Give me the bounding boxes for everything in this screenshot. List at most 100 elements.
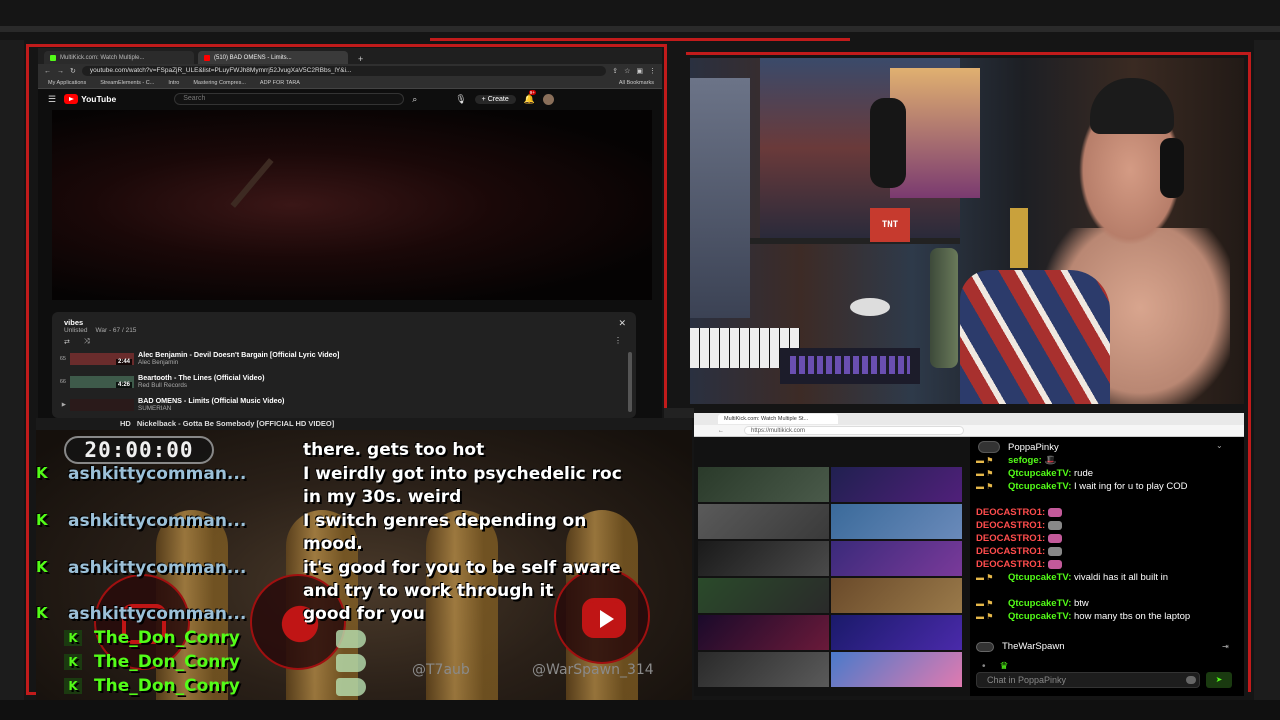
stream-tile[interactable]: [831, 652, 962, 687]
shuffle-icon[interactable]: ⤨: [84, 338, 90, 346]
address-bar[interactable]: youtube.com/watch?v=FSpaZjR_ULE&list=PLu…: [81, 66, 607, 76]
notifications-icon[interactable]: 🔔 9+: [524, 89, 536, 105]
chat-username: ashkittycomman...: [68, 604, 247, 624]
bookmark-item[interactable]: ADP FOR TARA: [260, 80, 300, 86]
menu-icon[interactable]: ⋮: [649, 67, 656, 75]
webcam-feed: TNT: [690, 58, 1244, 404]
emote: [1047, 559, 1062, 569]
browser-window: MultiKick.com: Watch Multiple... (510) B…: [38, 48, 662, 418]
tab-multikick[interactable]: MultiKick.com: Watch Multiple St...: [718, 414, 838, 424]
frame-bottom: [0, 700, 1280, 720]
chevron-down-icon[interactable]: ⌄: [1216, 441, 1223, 450]
tab-multikick[interactable]: MultiKick.com: Watch Multiple...: [44, 51, 194, 64]
stream-tile[interactable]: [698, 578, 829, 613]
popout-icon[interactable]: ⇥: [1222, 642, 1229, 651]
stream-tile[interactable]: [698, 615, 829, 650]
chat-input[interactable]: Chat in PoppaPinky: [976, 672, 1200, 688]
kick-icon: K: [36, 464, 48, 482]
playlist-visibility: Unlisted: [64, 327, 88, 334]
avatar[interactable]: [542, 93, 554, 105]
chat-message-text: I wait ing for u to play COD: [1074, 481, 1188, 492]
playlist-thumbnail: 4:26: [70, 375, 134, 388]
mic-icon[interactable]: 🎙: [455, 94, 466, 105]
badges-icon: ▬ ⚑: [976, 612, 994, 621]
chat-message: ▬ ⚑ sefoge: 🎩: [976, 455, 1238, 467]
badges-icon: ▬ ⚑: [976, 456, 994, 465]
bookmark-item-all[interactable]: All Bookmarks: [619, 80, 654, 86]
chat-username: QtcupcakeTV:: [1008, 481, 1072, 492]
next-channel-header[interactable]: TheWarSpawn ⇥: [976, 641, 1229, 652]
loop-icon[interactable]: ⇄: [64, 338, 70, 346]
frame-center-joint: [664, 408, 694, 418]
emote-picker-icon[interactable]: [1186, 676, 1196, 684]
kick-icon: K: [36, 511, 48, 529]
stream-tile[interactable]: [831, 541, 962, 576]
stream-tile[interactable]: [698, 652, 829, 687]
energy-can: [1010, 208, 1028, 268]
playlist-item[interactable]: 65 2:44 Alec Benjamin - Devil Doesn't Ba…: [54, 351, 614, 367]
bookmark-item[interactable]: StreamElements - C...: [100, 80, 154, 86]
chat-username: DEOCASTRO1:: [976, 533, 1046, 544]
playlist-item[interactable]: 66 4:26 Beartooth - The Lines (Official …: [54, 374, 614, 390]
create-button[interactable]: + Create: [474, 94, 516, 104]
playlist-item-number: 66: [59, 378, 66, 385]
address-bar[interactable]: https://multikick.com: [744, 426, 964, 435]
search-icon[interactable]: ⌕: [412, 94, 417, 105]
chat-message-text: it's good for you to be self aware: [303, 558, 621, 578]
hamburger-icon[interactable]: ☰: [48, 94, 56, 105]
stream-tile[interactable]: [831, 467, 962, 502]
chat-username: QtcupcakeTV:: [1008, 611, 1072, 622]
new-tab-icon[interactable]: +: [358, 54, 363, 64]
stream-tile[interactable]: [698, 504, 829, 539]
channel-avatar: [978, 441, 1000, 453]
chat-channel-name: PoppaPinky: [1008, 441, 1059, 453]
create-label: Create: [487, 95, 509, 103]
chat-message-text: good for you: [303, 604, 425, 624]
frame-right-edge: [1254, 40, 1280, 700]
playlist-item-artist: Red Bull Records: [138, 382, 187, 389]
star-icon[interactable]: ☆: [624, 67, 630, 75]
subathon-timer: 20:00:00: [64, 436, 214, 464]
stream-tile[interactable]: [831, 578, 962, 613]
tnt-box: TNT: [870, 208, 910, 242]
forward-icon[interactable]: →: [57, 68, 64, 75]
social-handle: @T7aub: [412, 662, 470, 678]
playlist-scrollbar[interactable]: [628, 352, 632, 412]
video-player[interactable]: [52, 110, 652, 300]
extensions-icon[interactable]: ▣: [636, 67, 643, 75]
chat-username: DEOCASTRO1:: [976, 546, 1046, 557]
tab-youtube[interactable]: (510) BAD OMENS - Limits...: [198, 51, 348, 64]
kick-icon: K: [36, 558, 48, 576]
tab-label: (510) BAD OMENS - Limits...: [214, 54, 292, 61]
stream-tile[interactable]: [831, 504, 962, 539]
back-icon[interactable]: ←: [718, 428, 724, 434]
bookmark-item[interactable]: My Applications: [48, 80, 86, 86]
frame-red-left-top: [26, 44, 666, 47]
stream-tile[interactable]: [831, 615, 962, 650]
kick-icon: K: [64, 630, 82, 646]
stream-tile[interactable]: [698, 541, 829, 576]
reload-icon[interactable]: ↻: [70, 67, 76, 75]
more-icon[interactable]: ⋮: [614, 336, 622, 345]
share-icon[interactable]: ⇪: [612, 67, 618, 75]
frame-red-mid: [664, 44, 667, 414]
playlist-item-number: 65: [59, 355, 66, 362]
back-icon[interactable]: ←: [44, 68, 51, 75]
kick-chat-panel: PoppaPinky ⌄ ▬ ⚑ sefoge: 🎩 ▬ ⚑ QtcupcakeTV…: [970, 437, 1244, 696]
bookmark-item[interactable]: Intro: [168, 80, 179, 86]
channel-avatar: [976, 641, 994, 652]
playlist-item-current[interactable]: ▶ BAD OMENS - Limits (Official Music Vid…: [54, 397, 614, 413]
stream-tile[interactable]: [698, 467, 829, 502]
now-playing-title: Nickelback - Gotta Be Somebody [OFFICIAL…: [136, 419, 335, 428]
youtube-logo[interactable]: YouTube: [64, 94, 116, 104]
chat-username: sefoge:: [1008, 455, 1042, 466]
chat-message: ▬ ⚑ QtcupcakeTV: vivaldi has it all built…: [976, 572, 1238, 584]
youtube-search-input[interactable]: Search: [174, 93, 405, 105]
send-button[interactable]: ➤: [1206, 672, 1232, 688]
bookmark-item[interactable]: Mastering Compres...: [193, 80, 246, 86]
frame-left-edge: [0, 40, 24, 700]
emote: [1047, 520, 1062, 530]
mouse: [850, 298, 890, 316]
close-icon[interactable]: ✕: [618, 318, 626, 329]
playlist-title: vibes: [64, 318, 84, 327]
